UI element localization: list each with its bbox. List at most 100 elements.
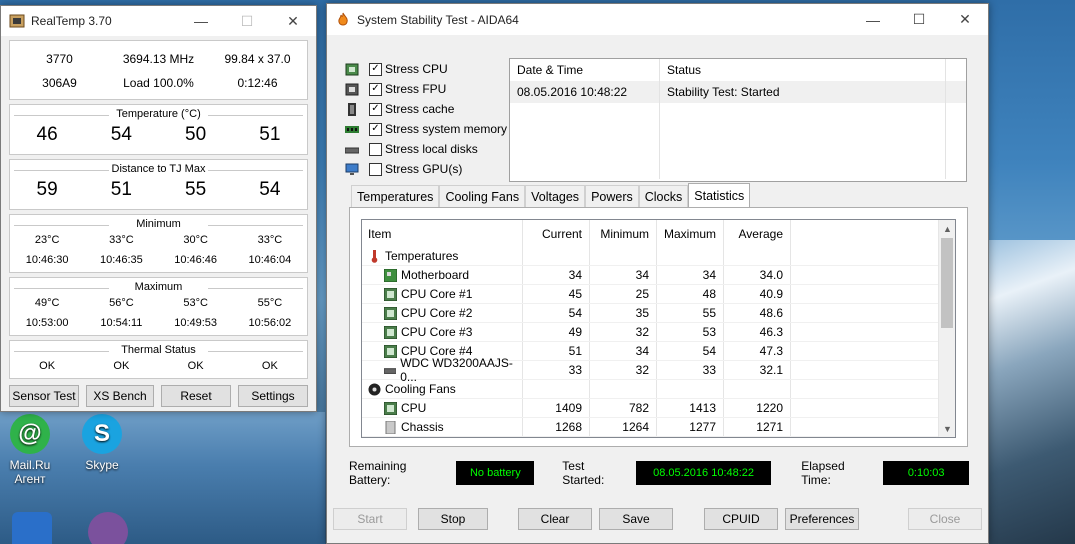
checkbox[interactable] <box>369 162 382 176</box>
stop-button[interactable]: Stop <box>418 508 488 530</box>
table-row[interactable]: Chassis 1268 1264 1277 1271 <box>362 418 955 437</box>
cell-item: Temperatures <box>362 247 523 265</box>
tab-powers[interactable]: Powers <box>585 185 639 207</box>
tab-clocks[interactable]: Clocks <box>638 185 689 207</box>
statistics-panel: Item Current Minimum Maximum Average Tem… <box>349 207 968 447</box>
column-header[interactable]: Status <box>660 63 701 77</box>
maximize-button[interactable]: ☐ <box>896 5 942 35</box>
cell-item: CPU Core #3 <box>362 323 523 341</box>
table-row[interactable]: Motherboard 34 34 34 34.0 <box>362 266 955 285</box>
table-row[interactable]: CPU 1409 782 1413 1220 <box>362 399 955 418</box>
realtemp-info-box: 3770 3694.13 MHz 99.84 x 37.0 306A9 Load… <box>9 40 308 100</box>
aida64-window: System Stability Test - AIDA64 — ☐ ✕ ✓ S… <box>326 3 989 544</box>
cell-min <box>590 380 657 398</box>
checkbox[interactable]: ✓ <box>369 122 382 136</box>
cell-min: 35 <box>590 304 657 322</box>
checkbox[interactable]: ✓ <box>369 62 382 76</box>
cell-avg: 1220 <box>724 399 791 417</box>
vertical-scrollbar[interactable]: ▲ ▼ <box>938 220 955 437</box>
realtemp-titlebar[interactable]: RealTemp 3.70 — ☐ ✕ <box>1 6 316 36</box>
table-row[interactable]: CPU Core #1 45 25 48 40.9 <box>362 285 955 304</box>
app-icon <box>12 512 52 544</box>
desktop-icon-partial-1[interactable] <box>2 512 62 544</box>
preferences-button[interactable]: Preferences <box>785 508 859 530</box>
table-row[interactable]: WDC WD3200AAJS-0... 33 32 33 32.1 <box>362 356 955 384</box>
column-header[interactable]: Average <box>724 220 791 247</box>
column-header[interactable]: Minimum <box>590 220 657 247</box>
section-title: Maximum <box>10 278 307 293</box>
scrollbar-thumb[interactable] <box>941 238 953 328</box>
checkbox[interactable]: ✓ <box>369 102 382 116</box>
table-row[interactable]: CPU Core #3 49 32 53 46.3 <box>362 323 955 342</box>
temperature-box: Temperature (°C) 46 54 50 51 <box>9 104 308 155</box>
min-temp: 33°C <box>109 234 134 246</box>
scroll-down-icon[interactable]: ▼ <box>939 420 955 437</box>
tab-temperatures[interactable]: Temperatures <box>351 185 440 207</box>
cell-max: 1413 <box>657 399 724 417</box>
close-window-button[interactable]: Close <box>908 508 982 530</box>
table-group-row[interactable]: Temperatures <box>362 247 955 266</box>
sensor-test-button[interactable]: Sensor Test <box>9 385 79 407</box>
cpuid-button[interactable]: CPUID <box>704 508 778 530</box>
stress-cpu-option[interactable]: ✓ Stress CPU <box>345 59 507 79</box>
cell-min <box>590 247 657 265</box>
stress-memory-option[interactable]: ✓ Stress system memory <box>345 119 507 139</box>
thermal-status: OK <box>39 360 56 372</box>
close-button[interactable]: ✕ <box>942 5 988 35</box>
column-header[interactable]: Item <box>362 220 523 247</box>
settings-button[interactable]: Settings <box>238 385 308 407</box>
core-temp: 51 <box>259 124 281 145</box>
tab-cooling-fans[interactable]: Cooling Fans <box>439 185 526 207</box>
reset-button[interactable]: Reset <box>161 385 231 407</box>
xs-bench-button[interactable]: XS Bench <box>86 385 154 407</box>
stress-disks-option[interactable]: Stress local disks <box>345 139 507 159</box>
start-button[interactable]: Start <box>333 508 407 530</box>
cell-cur: 1409 <box>523 399 590 417</box>
min-time: 10:46:04 <box>248 254 292 266</box>
minimize-button[interactable]: — <box>850 5 896 35</box>
desktop-icon-label: Skype <box>85 458 119 472</box>
table-group-row[interactable]: Cooling Fans <box>362 380 955 399</box>
desktop-icon-viber[interactable] <box>78 512 138 544</box>
save-button[interactable]: Save <box>599 508 673 530</box>
event-log[interactable]: Date & Time Status 08.05.2016 10:48:22 S… <box>509 58 967 182</box>
tab-statistics[interactable]: Statistics <box>688 183 751 207</box>
cell-avg <box>724 247 791 265</box>
scroll-up-icon[interactable]: ▲ <box>939 220 955 237</box>
checkbox[interactable] <box>369 142 382 156</box>
tab-voltages[interactable]: Voltages <box>525 185 586 207</box>
column-header[interactable]: Current <box>523 220 590 247</box>
stress-cache-option[interactable]: ✓ Stress cache <box>345 99 507 119</box>
log-row[interactable]: 08.05.2016 10:48:22 Stability Test: Star… <box>510 81 966 103</box>
close-button[interactable]: ✕ <box>270 6 316 36</box>
cell-cur: 49 <box>523 323 590 341</box>
distance-value: 59 <box>36 179 58 200</box>
desktop-icon-mailru[interactable]: @ Mail.Ru Агент <box>0 414 60 486</box>
memory-icon <box>345 125 359 133</box>
cell-cur: 34 <box>523 266 590 284</box>
cell-avg: 34.0 <box>724 266 791 284</box>
row-label: CPU Core #2 <box>401 306 473 320</box>
minimize-button[interactable]: — <box>178 6 224 36</box>
elapsed-value: 0:10:03 <box>883 461 970 485</box>
statistics-table[interactable]: Item Current Minimum Maximum Average Tem… <box>361 219 956 438</box>
stress-fpu-option[interactable]: ✓ Stress FPU <box>345 79 507 99</box>
clear-button[interactable]: Clear <box>518 508 592 530</box>
option-label: Stress local disks <box>385 142 478 156</box>
section-title: Thermal Status <box>10 341 307 356</box>
cache-icon <box>348 102 356 116</box>
disk-icon <box>345 147 359 153</box>
checkbox[interactable]: ✓ <box>369 82 382 96</box>
cpu-icon <box>383 325 398 339</box>
maximize-button[interactable]: ☐ <box>224 6 270 36</box>
thermal-status: OK <box>113 360 130 372</box>
row-label: Cooling Fans <box>385 382 456 396</box>
cell-cur <box>523 380 590 398</box>
table-row[interactable]: CPU Core #2 54 35 55 48.6 <box>362 304 955 323</box>
aida64-titlebar[interactable]: System Stability Test - AIDA64 — ☐ ✕ <box>327 4 988 35</box>
column-header[interactable]: Maximum <box>657 220 724 247</box>
column-header[interactable]: Date & Time <box>510 63 583 77</box>
stress-gpu-option[interactable]: Stress GPU(s) <box>345 159 507 179</box>
desktop-icon-skype[interactable]: S Skype <box>72 414 132 472</box>
row-label: CPU Core #3 <box>401 325 473 339</box>
